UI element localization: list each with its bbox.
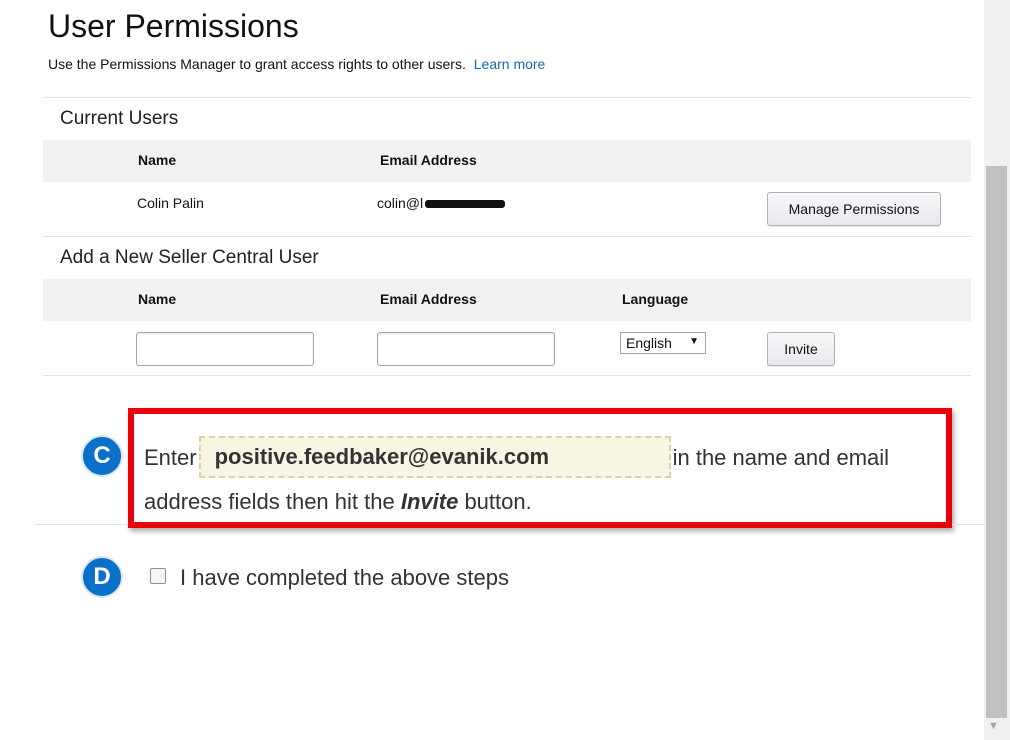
completion-checkbox[interactable] xyxy=(150,568,166,584)
column-header-email: Email Address xyxy=(380,291,477,307)
subtitle-text: Use the Permissions Manager to grant acc… xyxy=(48,56,466,72)
new-user-name-input[interactable] xyxy=(136,332,314,366)
dropdown-arrow-icon: ▼ xyxy=(689,336,699,347)
scrollbar-thumb[interactable] xyxy=(986,166,1007,718)
manage-permissions-button[interactable]: Manage Permissions xyxy=(767,192,941,226)
column-header-language: Language xyxy=(622,291,689,307)
current-users-header-row: Name Email Address xyxy=(43,140,971,182)
language-select[interactable]: English ▼ xyxy=(620,332,706,354)
step-c-text-end: button. xyxy=(464,489,532,514)
learn-more-link[interactable]: Learn more xyxy=(474,56,546,72)
current-users-title: Current Users xyxy=(60,108,179,129)
add-user-title: Add a New Seller Central User xyxy=(60,247,319,268)
step-c-text-before: Enter xyxy=(144,444,197,470)
invite-button[interactable]: Invite xyxy=(767,332,835,366)
user-email-text: colin@l xyxy=(377,195,424,211)
divider xyxy=(35,524,128,525)
page-subtitle: Use the Permissions Manager to grant acc… xyxy=(48,56,545,72)
column-header-name: Name xyxy=(138,152,177,168)
step-c-badge: C xyxy=(81,435,123,477)
column-header-email: Email Address xyxy=(380,152,477,168)
step-d-badge: D xyxy=(81,556,123,598)
completion-checkbox-label[interactable]: I have completed the above steps xyxy=(180,565,509,591)
highlighted-email: positive.feedbaker@evanik.com xyxy=(198,436,671,478)
language-selected-value: English xyxy=(626,335,672,351)
invite-emphasis: Invite xyxy=(400,489,459,514)
user-name: Colin Palin xyxy=(137,195,204,211)
scroll-down-arrow-icon[interactable]: ▼ xyxy=(988,720,999,732)
user-email: colin@l xyxy=(377,195,506,211)
divider xyxy=(43,236,971,237)
column-header-name: Name xyxy=(138,291,177,307)
redaction-mark xyxy=(425,200,506,209)
new-user-email-input[interactable] xyxy=(377,332,555,366)
divider xyxy=(43,97,971,98)
step-c-instruction: Enter positive.feedbaker@evanik.com in the… xyxy=(144,436,944,522)
completion-checkbox-row[interactable]: I have completed the above steps xyxy=(150,565,509,591)
page-title: User Permissions xyxy=(48,8,299,44)
add-user-header-row: Name Email Address Language xyxy=(43,279,971,321)
divider xyxy=(952,524,984,525)
divider xyxy=(43,375,971,376)
